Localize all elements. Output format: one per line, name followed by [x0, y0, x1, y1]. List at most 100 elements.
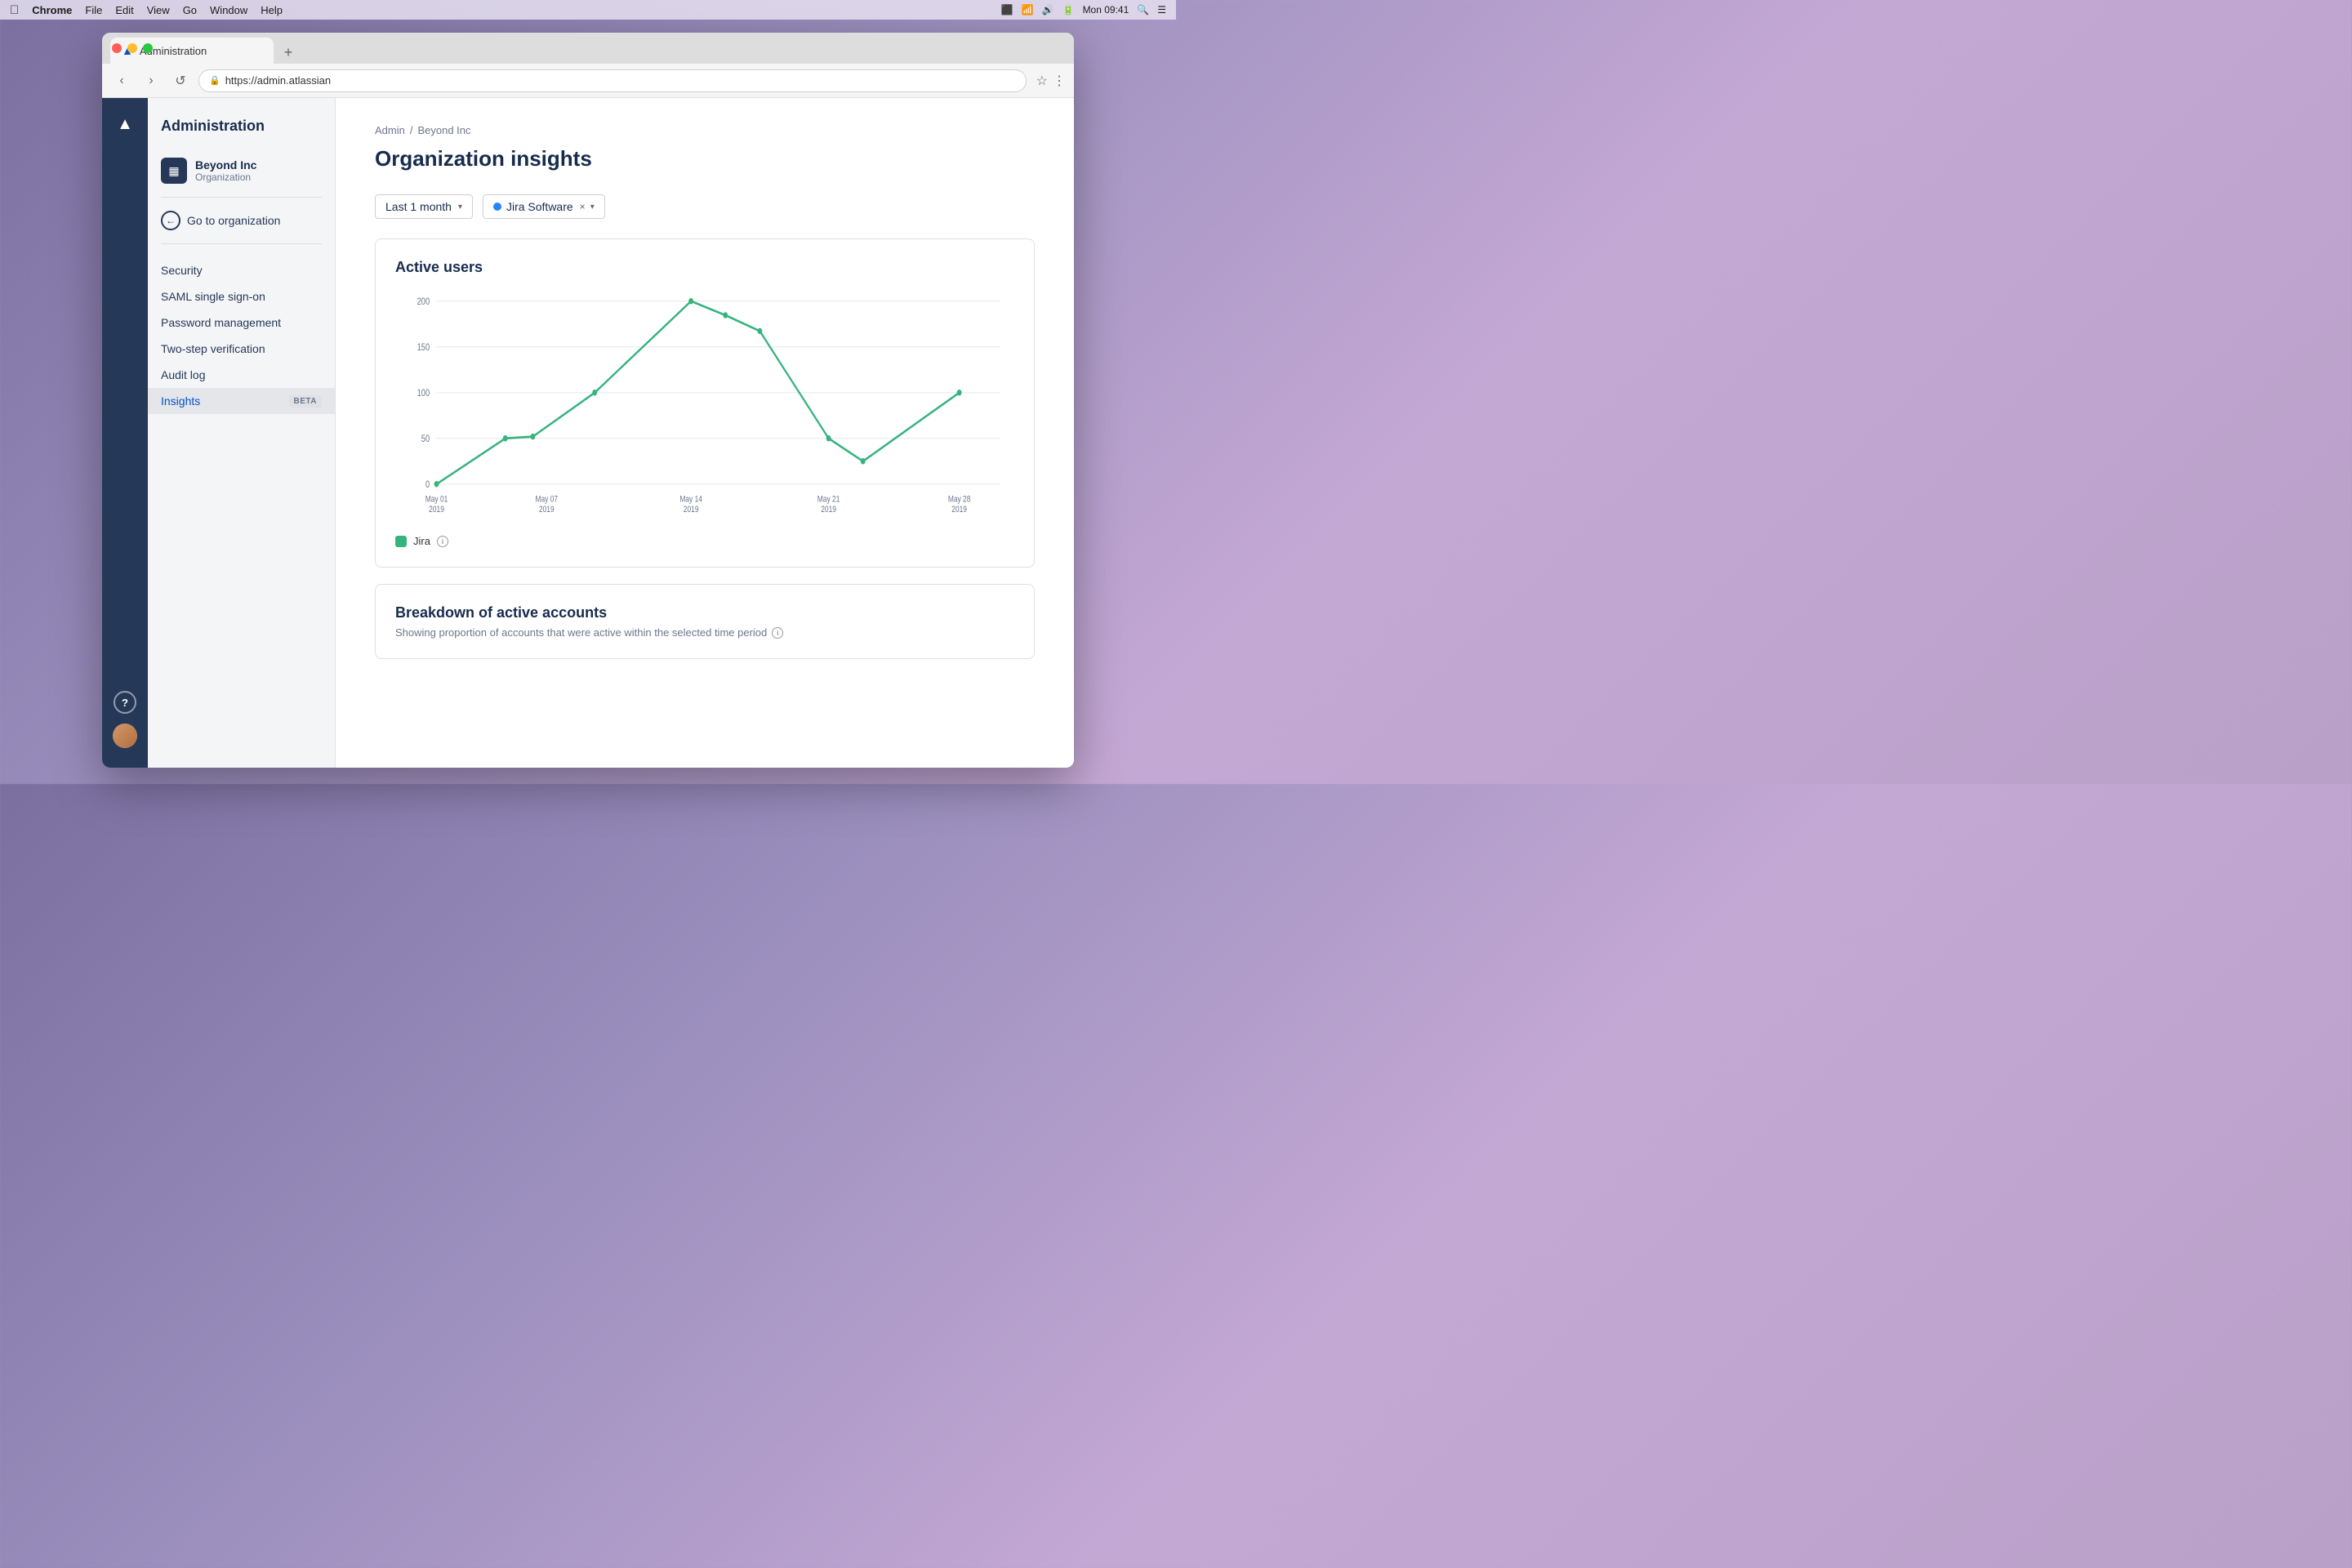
new-tab-button[interactable]: + [277, 41, 300, 64]
breakdown-subtitle: Showing proportion of accounts that were… [395, 626, 1014, 639]
svg-text:100: 100 [417, 388, 430, 399]
apple-logo[interactable]:  [10, 3, 19, 17]
url-bar[interactable]: 🔒 https://admin.atlassian [198, 69, 1027, 92]
legend-color-box [395, 536, 407, 547]
product-dot-icon [492, 201, 503, 212]
svg-text:2019: 2019 [684, 505, 699, 514]
airplay-icon: ⬛ [1001, 4, 1013, 16]
product-close-icon[interactable]: × [580, 201, 586, 212]
page-title: Organization insights [375, 146, 1035, 172]
breadcrumb: Admin / Beyond Inc [375, 124, 1035, 136]
org-name: Beyond Inc [195, 158, 256, 172]
chart-legend: Jira i [395, 535, 1014, 547]
forward-button[interactable]: › [140, 69, 163, 92]
chart-title: Active users [395, 259, 1014, 276]
tab-bar: ▲ Administration + [102, 33, 1074, 64]
menu-app-name[interactable]: Chrome [32, 4, 72, 16]
time-filter-dropdown[interactable]: Last 1 month ▾ [375, 194, 473, 219]
svg-text:May 28: May 28 [948, 494, 971, 504]
help-button[interactable]: ? [114, 691, 136, 714]
legend-label: Jira [413, 535, 430, 547]
info-icon[interactable]: i [437, 536, 448, 547]
svg-text:May 07: May 07 [535, 494, 558, 504]
svg-text:May 14: May 14 [679, 494, 702, 504]
svg-text:2019: 2019 [539, 505, 555, 514]
volume-icon: 🔊 [1042, 4, 1054, 16]
menubar:  Chrome File Edit View Go Window Help ⬛… [0, 0, 1176, 20]
menu-help[interactable]: Help [261, 4, 283, 16]
menubar-left:  Chrome File Edit View Go Window Help [10, 3, 283, 17]
chart-container: 200 150 100 50 0 [395, 292, 1014, 525]
maximize-button[interactable] [143, 43, 153, 53]
svg-text:May 01: May 01 [425, 494, 448, 504]
window-controls [112, 43, 153, 53]
sidebar-item-security[interactable]: Security [148, 257, 335, 283]
nav-section: Security SAML single sign-on Password ma… [148, 251, 335, 421]
sidebar-item-twostep[interactable]: Two-step verification [148, 336, 335, 362]
main-content: Admin / Beyond Inc Organization insights… [336, 98, 1074, 768]
battery-icon: 🔋 [1062, 4, 1075, 16]
divider-1 [161, 197, 322, 198]
svg-text:150: 150 [417, 342, 430, 353]
avatar-image [113, 724, 137, 748]
bookmark-icon[interactable]: ☆ [1036, 73, 1048, 89]
atlassian-logo[interactable]: ▲ [112, 111, 138, 137]
svg-text:50: 50 [421, 434, 430, 444]
search-icon[interactable]: 🔍 [1137, 4, 1149, 16]
svg-text:200: 200 [417, 296, 430, 307]
go-to-org-label: Go to organization [187, 214, 280, 227]
sidebar-dark: ▲ ? [102, 98, 148, 768]
breadcrumb-separator: / [410, 124, 413, 136]
org-type: Organization [195, 172, 256, 183]
svg-text:2019: 2019 [821, 505, 836, 514]
wifi-icon: 📶 [1022, 4, 1034, 16]
breadcrumb-root[interactable]: Admin [375, 124, 405, 136]
breakdown-title: Breakdown of active accounts [395, 604, 1014, 621]
url-text: https://admin.atlassian [225, 74, 331, 87]
beta-badge: BETA [289, 395, 322, 408]
menu-icon[interactable]: ☰ [1157, 4, 1166, 16]
product-filter-dropdown[interactable]: Jira Software × ▾ [483, 194, 605, 219]
filters: Last 1 month ▾ Jira Software × ▾ [375, 194, 1035, 219]
sidebar-item-insights[interactable]: Insights BETA [148, 388, 335, 414]
sidebar-item-password[interactable]: Password management [148, 310, 335, 336]
menu-edit[interactable]: Edit [115, 4, 133, 16]
menu-go[interactable]: Go [183, 4, 197, 16]
breakdown-info-icon[interactable]: i [772, 627, 783, 639]
menubar-right: ⬛ 📶 🔊 🔋 Mon 09:41 🔍 ☰ [1001, 4, 1166, 16]
browser-window: ▲ Administration + ‹ › ↺ 🔒 https://admin… [102, 33, 1074, 768]
menu-view[interactable]: View [147, 4, 170, 16]
more-icon[interactable]: ⋮ [1053, 73, 1066, 89]
sidebar-item-saml[interactable]: SAML single sign-on [148, 283, 335, 310]
go-icon: ← [161, 211, 180, 230]
reload-button[interactable]: ↺ [169, 69, 192, 92]
avatar[interactable] [113, 724, 137, 748]
org-icon: ▦ [161, 158, 187, 184]
active-users-chart-svg: 200 150 100 50 0 [395, 292, 1014, 521]
product-filter-label: Jira Software [506, 200, 573, 213]
breadcrumb-current: Beyond Inc [417, 124, 470, 136]
go-to-org-button[interactable]: ← Go to organization [148, 204, 335, 237]
menu-file[interactable]: File [85, 4, 102, 16]
menu-window[interactable]: Window [210, 4, 247, 16]
time-filter-label: Last 1 month [385, 200, 452, 213]
address-bar: ‹ › ↺ 🔒 https://admin.atlassian ☆ ⋮ [102, 64, 1074, 98]
sidebar-nav: Administration ▦ Beyond Inc Organization… [148, 98, 336, 768]
sidebar-dark-bottom: ? [113, 691, 137, 755]
product-chevron-icon: ▾ [590, 203, 595, 212]
lock-icon: 🔒 [209, 75, 220, 86]
close-button[interactable] [112, 43, 122, 53]
chevron-down-icon: ▾ [458, 203, 462, 212]
clock: Mon 09:41 [1083, 4, 1129, 16]
back-button[interactable]: ‹ [110, 69, 133, 92]
minimize-button[interactable] [127, 43, 137, 53]
divider-2 [161, 243, 322, 244]
org-item[interactable]: ▦ Beyond Inc Organization [148, 151, 335, 190]
sidebar-item-audit[interactable]: Audit log [148, 362, 335, 388]
svg-text:0: 0 [425, 479, 430, 490]
active-users-card: Active users 200 150 100 50 [375, 238, 1035, 568]
svg-text:2019: 2019 [951, 505, 967, 514]
svg-text:May 21: May 21 [817, 494, 840, 504]
org-info: Beyond Inc Organization [195, 158, 256, 183]
breakdown-card: Breakdown of active accounts Showing pro… [375, 584, 1035, 659]
